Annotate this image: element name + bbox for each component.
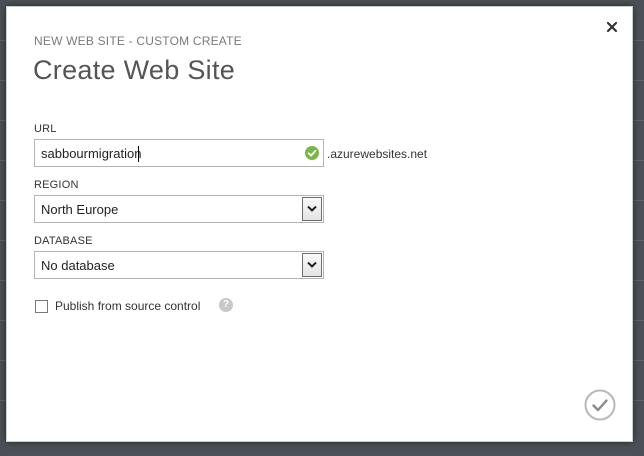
complete-button[interactable] bbox=[584, 389, 616, 421]
url-domain-suffix: .azurewebsites.net bbox=[327, 147, 428, 161]
database-label: DATABASE bbox=[34, 235, 93, 247]
publish-checkbox-label[interactable]: Publish from source control bbox=[55, 299, 200, 313]
help-icon[interactable]: ? bbox=[219, 298, 233, 312]
close-button[interactable] bbox=[604, 19, 620, 35]
text-caret bbox=[138, 146, 139, 162]
region-label: REGION bbox=[34, 179, 79, 191]
database-select[interactable]: No database bbox=[34, 251, 324, 279]
url-label: URL bbox=[34, 123, 57, 135]
region-selected-value: North Europe bbox=[41, 202, 119, 217]
database-selected-value: No database bbox=[41, 258, 115, 273]
chevron-down-icon bbox=[307, 261, 317, 268]
dialog-kicker: NEW WEB SITE - CUSTOM CREATE bbox=[34, 34, 242, 48]
url-input[interactable] bbox=[35, 140, 297, 166]
region-select[interactable]: North Europe bbox=[34, 195, 324, 223]
create-web-site-dialog: NEW WEB SITE - CUSTOM CREATE Create Web … bbox=[6, 6, 633, 442]
region-dropdown-button[interactable] bbox=[302, 197, 322, 221]
dialog-title: Create Web Site bbox=[33, 55, 236, 85]
checkmark-circle-icon bbox=[584, 389, 616, 421]
checkmark-green-icon bbox=[305, 146, 319, 160]
publish-checkbox[interactable] bbox=[35, 300, 48, 313]
database-dropdown-button[interactable] bbox=[302, 253, 322, 277]
url-field bbox=[34, 139, 324, 167]
close-icon bbox=[606, 21, 618, 33]
chevron-down-icon bbox=[307, 205, 317, 212]
